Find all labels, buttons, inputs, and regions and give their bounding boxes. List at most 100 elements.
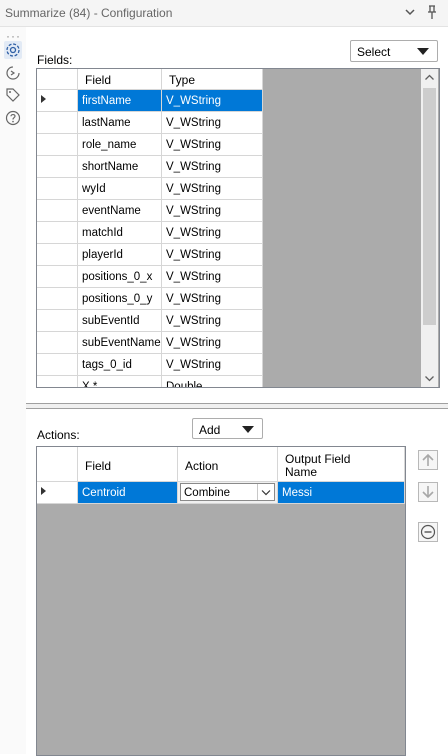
table-row[interactable]: matchId V_WString (37, 222, 263, 244)
table-row[interactable]: shortName V_WString (37, 156, 263, 178)
field-name-cell[interactable]: X * (78, 376, 162, 387)
row-selector[interactable] (37, 288, 78, 310)
row-selector[interactable] (37, 332, 78, 354)
fields-grid: Field Type firstName V_WString lastName V_W… (36, 68, 440, 388)
column-header-field-label: Field (85, 459, 112, 473)
action-field-cell[interactable]: Centroid (78, 482, 178, 504)
column-header-field-label: Field (85, 73, 112, 87)
row-selector[interactable] (37, 178, 78, 200)
row-selector[interactable] (37, 244, 78, 266)
gear-icon[interactable] (4, 41, 22, 59)
pin-icon[interactable] (424, 3, 440, 21)
actions-label: Actions: (37, 428, 80, 442)
column-header-action[interactable]: Action (178, 447, 278, 482)
field-name-cell[interactable]: matchId (78, 222, 162, 244)
field-type-cell[interactable]: V_WString (162, 112, 263, 134)
field-name: matchId (82, 227, 123, 239)
table-row[interactable]: subEventId V_WString (37, 310, 263, 332)
remove-action-button[interactable] (418, 522, 438, 542)
table-row[interactable]: role_name V_WString (37, 134, 263, 156)
table-row[interactable]: playerId V_WString (37, 244, 263, 266)
scroll-down-icon[interactable] (421, 370, 438, 387)
output-field-name-cell[interactable]: Messi (278, 482, 405, 504)
row-selector[interactable] (37, 354, 78, 376)
row-header-corner (37, 69, 78, 90)
row-selector[interactable] (37, 112, 78, 134)
panel-splitter[interactable] (26, 403, 448, 409)
row-selector[interactable] (37, 90, 78, 112)
field-name-cell[interactable]: tags_0_id (78, 354, 162, 376)
scrollbar-thumb[interactable] (423, 88, 436, 325)
row-selector[interactable] (37, 266, 78, 288)
row-selector[interactable] (37, 222, 78, 244)
scroll-up-icon[interactable] (421, 69, 438, 86)
field-name-cell[interactable]: lastName (78, 112, 162, 134)
current-row-arrow-icon (41, 487, 46, 495)
field-type-cell[interactable]: V_WString (162, 310, 263, 332)
field-type-cell[interactable]: V_WString (162, 90, 263, 112)
column-header-field[interactable]: Field (78, 447, 178, 482)
field-name-cell[interactable]: subEventName (78, 332, 162, 354)
field-type-cell[interactable]: V_WString (162, 354, 263, 376)
field-name: positions_0_x (82, 271, 153, 283)
field-type: V_WString (166, 359, 221, 371)
row-selector[interactable] (37, 376, 78, 387)
arrow-cycle-icon[interactable] (4, 64, 22, 82)
column-header-type-label: Type (169, 73, 196, 87)
field-type-cell[interactable]: V_WString (162, 178, 263, 200)
field-type-cell[interactable]: V_WString (162, 266, 263, 288)
move-down-button[interactable] (418, 482, 438, 502)
field-name-cell[interactable]: shortName (78, 156, 162, 178)
field-name-cell[interactable]: positions_0_x (78, 266, 162, 288)
table-row[interactable]: eventName V_WString (37, 200, 263, 222)
move-up-button[interactable] (418, 450, 438, 470)
action-type-cell[interactable]: Combine (178, 482, 278, 504)
field-name-cell[interactable]: playerId (78, 244, 162, 266)
field-type: V_WString (166, 161, 221, 173)
tag-icon[interactable] (4, 86, 22, 104)
window-title: Summarize (84) - Configuration (5, 6, 173, 20)
field-type-cell[interactable]: V_WString (162, 156, 263, 178)
row-selector[interactable] (37, 200, 78, 222)
add-dropdown[interactable]: Add (192, 418, 263, 439)
field-type-cell[interactable]: V_WString (162, 200, 263, 222)
chevron-down-icon[interactable] (257, 484, 274, 500)
field-name-cell[interactable]: subEventId (78, 310, 162, 332)
field-type-cell[interactable]: V_WString (162, 288, 263, 310)
field-name-cell[interactable]: positions_0_y (78, 288, 162, 310)
current-row-arrow-icon (41, 95, 46, 103)
table-row[interactable]: firstName V_WString (37, 90, 263, 112)
table-row[interactable]: Centroid Combine Messi (37, 482, 405, 504)
field-type-cell[interactable]: V_WString (162, 244, 263, 266)
field-type-cell[interactable]: V_WString (162, 222, 263, 244)
column-header-field[interactable]: Field (78, 69, 162, 90)
question-icon[interactable] (4, 109, 22, 127)
field-name-cell[interactable]: role_name (78, 134, 162, 156)
field-name-cell[interactable]: firstName (78, 90, 162, 112)
row-selector[interactable] (37, 482, 78, 504)
column-header-output-field-name[interactable]: Output Field Name (278, 447, 405, 482)
table-row[interactable]: subEventName V_WString (37, 332, 263, 354)
table-row[interactable]: positions_0_y V_WString (37, 288, 263, 310)
table-row[interactable]: X * Double (37, 376, 263, 387)
row-selector[interactable] (37, 156, 78, 178)
field-name: firstName (82, 95, 132, 107)
row-selector[interactable] (37, 310, 78, 332)
table-row[interactable]: lastName V_WString (37, 112, 263, 134)
column-header-type[interactable]: Type (162, 69, 263, 90)
field-name-cell[interactable]: eventName (78, 200, 162, 222)
chevron-down-icon[interactable] (402, 3, 418, 21)
table-row[interactable]: wyId V_WString (37, 178, 263, 200)
action-combo[interactable]: Combine (180, 483, 275, 501)
fields-scrollbar[interactable] (421, 69, 438, 387)
field-type-cell[interactable]: Double (162, 376, 263, 387)
field-type-cell[interactable]: V_WString (162, 332, 263, 354)
select-dropdown[interactable]: Select (350, 40, 438, 62)
row-selector[interactable] (37, 134, 78, 156)
table-row[interactable]: positions_0_x V_WString (37, 266, 263, 288)
output-field-name: Messi (282, 487, 313, 499)
arrow-down-icon (422, 486, 434, 499)
table-row[interactable]: tags_0_id V_WString (37, 354, 263, 376)
field-name-cell[interactable]: wyId (78, 178, 162, 200)
field-type-cell[interactable]: V_WString (162, 134, 263, 156)
